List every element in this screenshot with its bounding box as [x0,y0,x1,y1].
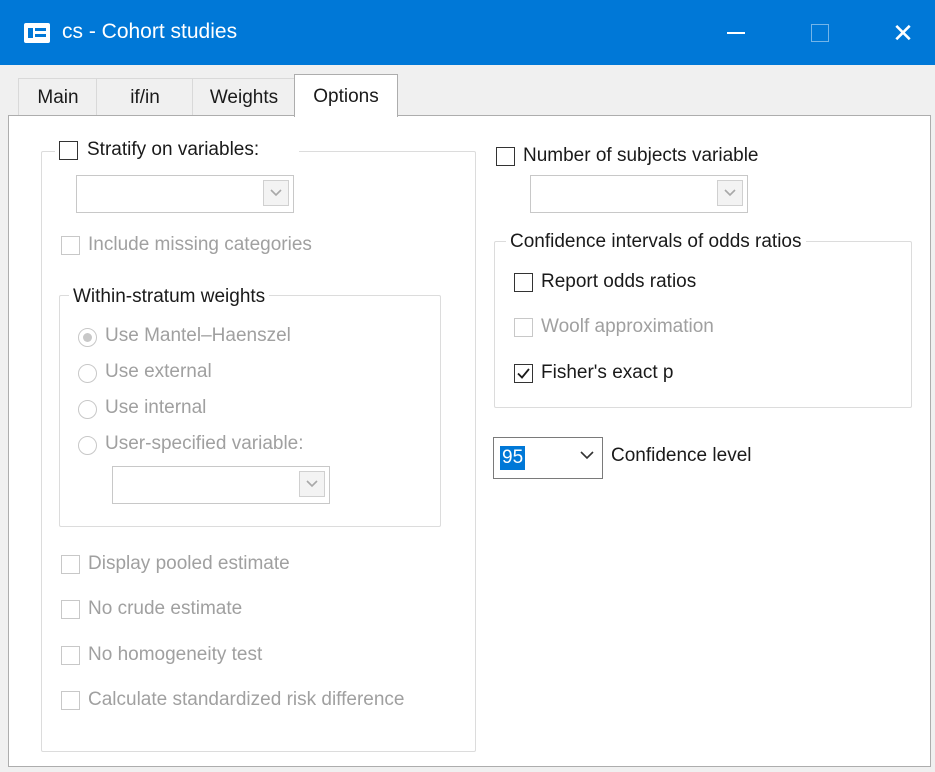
stratify-label: Stratify on variables: [87,139,260,160]
minimize-icon [727,31,745,34]
include-missing-label: Include missing categories [88,234,312,255]
mantel-haenszel-radio [78,328,97,347]
dialog-app-icon [24,23,50,43]
number-subjects-checkbox[interactable] [496,147,515,166]
chevron-down-icon[interactable] [580,451,594,460]
stratify-variables-combo [76,175,294,213]
chevron-down-icon [270,189,282,197]
close-icon: ✕ [892,17,914,48]
no-crude-checkbox [61,600,80,619]
display-pooled-checkbox [61,555,80,574]
fisher-exact-checkbox[interactable] [514,364,533,383]
tab-if-in[interactable]: if/in [96,78,194,115]
minimize-button[interactable] [706,0,766,65]
display-pooled-label: Display pooled estimate [88,553,290,574]
stratify-legend: Stratify on variables: [55,138,299,164]
ci-odds-ratios-legend: Confidence intervals of odds ratios [506,231,806,253]
tab-weights[interactable]: Weights [192,78,296,115]
tab-main[interactable]: Main [18,78,98,115]
use-internal-label: Use internal [105,397,207,418]
include-missing-checkbox [61,236,80,255]
report-odds-checkbox[interactable] [514,273,533,292]
within-stratum-legend: Within-stratum weights [69,286,270,308]
woolf-checkbox [514,318,533,337]
title-bar[interactable]: cs - Cohort studies ✕ [0,0,935,65]
no-crude-label: No crude estimate [88,598,243,619]
no-homogeneity-checkbox [61,646,80,665]
checkmark-icon [517,368,530,379]
combo-dropdown-button [717,180,743,206]
number-subjects-label: Number of subjects variable [523,145,759,166]
mantel-haenszel-label: Use Mantel–Haenszel [105,325,291,346]
maximize-button [790,0,850,65]
combo-dropdown-button [299,471,325,497]
maximize-icon [811,23,829,42]
user-specified-label: User-specified variable: [105,433,304,454]
chevron-down-icon [306,480,318,488]
use-internal-radio [78,400,97,419]
use-external-radio [78,364,97,383]
window-title: cs - Cohort studies [62,20,238,43]
options-panel: Stratify on variables: Include missing c… [8,115,931,767]
user-specified-radio [78,436,97,455]
tab-options[interactable]: Options [294,74,398,117]
chevron-down-icon [724,189,736,197]
standardized-risk-label: Calculate standardized risk difference [88,689,405,710]
stratify-checkbox[interactable] [59,141,78,160]
confidence-level-value[interactable]: 95 [500,446,526,470]
user-variable-combo [112,466,330,504]
combo-dropdown-button [263,180,289,206]
standardized-risk-checkbox [61,691,80,710]
confidence-level-combo[interactable]: 95 [493,437,603,479]
close-button[interactable]: ✕ [873,0,933,65]
fisher-exact-label: Fisher's exact p [541,362,674,383]
woolf-label: Woolf approximation [541,316,714,337]
confidence-level-label: Confidence level [611,445,752,466]
report-odds-label: Report odds ratios [541,271,697,292]
no-homogeneity-label: No homogeneity test [88,644,263,665]
number-subjects-combo [530,175,748,213]
use-external-label: Use external [105,361,212,382]
